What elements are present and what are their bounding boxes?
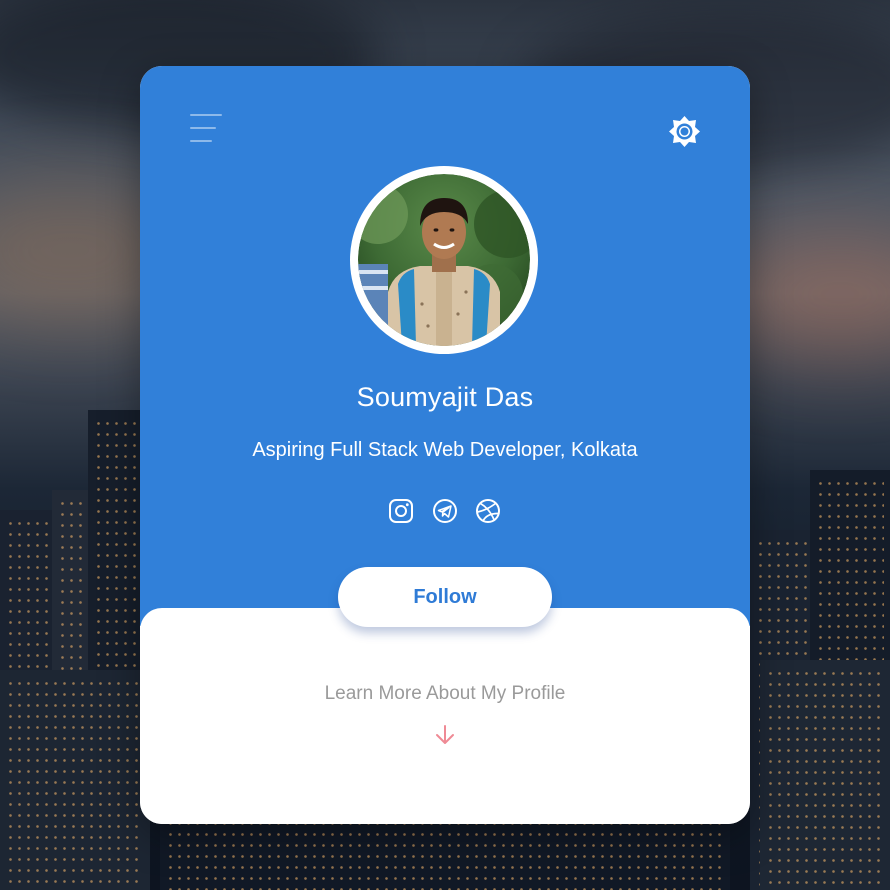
follow-button[interactable]: Follow bbox=[338, 567, 552, 627]
social-links bbox=[140, 498, 750, 524]
profile-name: Soumyajit Das bbox=[356, 382, 534, 412]
brightness-icon[interactable] bbox=[668, 115, 701, 148]
profile-bio: Aspiring Full Stack Web Developer, Kolka… bbox=[252, 439, 638, 461]
avatar-frame bbox=[350, 166, 538, 354]
learn-more-link[interactable]: Learn More About My Profile bbox=[140, 683, 750, 705]
avatar bbox=[358, 174, 530, 346]
telegram-icon[interactable] bbox=[432, 498, 458, 524]
arrow-down-icon[interactable] bbox=[435, 724, 455, 746]
instagram-icon[interactable] bbox=[388, 498, 414, 524]
profile-card: Soumyajit Das Aspiring Full Stack Web De… bbox=[140, 66, 750, 824]
hamburger-menu-icon[interactable] bbox=[190, 114, 222, 144]
card-footer-panel bbox=[140, 608, 750, 824]
dribbble-icon[interactable] bbox=[475, 498, 501, 524]
